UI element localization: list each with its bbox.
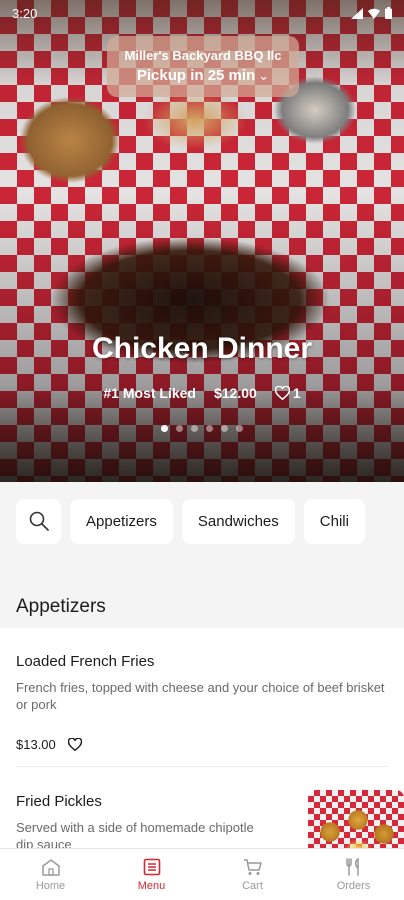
pickup-time-label: Pickup in 25 min bbox=[136, 67, 256, 84]
heart-icon bbox=[67, 738, 82, 751]
menu-book-icon bbox=[143, 858, 160, 875]
carousel-dot[interactable] bbox=[206, 425, 213, 432]
carousel-dot[interactable] bbox=[191, 425, 198, 432]
carousel-dot[interactable] bbox=[161, 425, 168, 432]
status-bar: 3:20 bbox=[0, 0, 404, 26]
nav-orders[interactable]: Orders bbox=[319, 857, 389, 892]
menu-item-description: French fries, topped with cheese and you… bbox=[16, 680, 385, 712]
featured-item-title: Chicken Dinner bbox=[91, 332, 313, 365]
category-chip-sandwiches[interactable]: Sandwiches bbox=[181, 498, 295, 544]
favorite-button[interactable] bbox=[67, 738, 82, 751]
heart-icon bbox=[274, 386, 290, 400]
menu-item-loaded-french-fries[interactable]: Loaded French Fries French fries, topped… bbox=[16, 628, 388, 767]
nav-label: Cart bbox=[242, 879, 263, 892]
wifi-icon bbox=[368, 8, 380, 19]
utensils-icon bbox=[345, 857, 359, 876]
featured-like-button[interactable]: 1 bbox=[274, 385, 301, 401]
search-icon bbox=[29, 511, 49, 531]
chevron-down-circle-icon: ⌄ bbox=[258, 68, 270, 83]
search-button[interactable] bbox=[16, 498, 61, 544]
menu-item-price: $13.00 bbox=[16, 737, 56, 752]
carousel-dot[interactable] bbox=[176, 425, 183, 432]
nav-label: Menu bbox=[137, 879, 166, 892]
cart-icon bbox=[243, 858, 262, 875]
menu-item-description: Served with a side of homemade chipotle … bbox=[16, 820, 254, 848]
nav-label: Orders bbox=[336, 879, 371, 892]
signal-icon bbox=[351, 7, 363, 19]
menu-item-footer: $13.00 bbox=[16, 737, 388, 752]
featured-price: $12.00 bbox=[213, 385, 257, 401]
pickup-info-button[interactable]: Miller's Backyard BBQ llc Pickup in 25 m… bbox=[107, 36, 299, 97]
category-bar: Appetizers Sandwiches Chili bbox=[0, 482, 404, 560]
home-icon bbox=[41, 858, 60, 876]
nav-menu[interactable]: Menu bbox=[117, 858, 187, 892]
carousel-dots[interactable] bbox=[0, 425, 404, 432]
nav-home[interactable]: Home bbox=[16, 858, 86, 892]
category-chip-chili[interactable]: Chili bbox=[303, 498, 365, 544]
featured-like-count: 1 bbox=[292, 385, 301, 401]
battery-icon bbox=[385, 7, 392, 19]
pickup-time: Pickup in 25 min ⌄ bbox=[107, 67, 299, 84]
carousel-dot[interactable] bbox=[236, 425, 243, 432]
status-icons bbox=[351, 7, 392, 19]
menu-item-image bbox=[308, 790, 404, 848]
featured-badge: #1 Most Liked bbox=[103, 385, 196, 401]
nav-label: Home bbox=[35, 879, 66, 892]
menu-item-name: Loaded French Fries bbox=[16, 653, 155, 670]
bottom-navigation: Home Menu Cart Orders bbox=[0, 848, 404, 900]
section-title: Appetizers bbox=[16, 596, 106, 617]
store-name: Miller's Backyard BBQ llc bbox=[124, 48, 282, 63]
carousel-dot[interactable] bbox=[221, 425, 228, 432]
featured-item-meta: #1 Most Liked $12.00 1 bbox=[0, 385, 404, 401]
category-chip-appetizers[interactable]: Appetizers bbox=[70, 498, 173, 544]
hero-banner[interactable]: 3:20 Miller's Backyard BBQ llc Pickup in… bbox=[0, 0, 404, 482]
status-time: 3:20 bbox=[12, 5, 38, 21]
nav-cart[interactable]: Cart bbox=[218, 858, 288, 892]
menu-item-list: Loaded French Fries French fries, topped… bbox=[0, 628, 404, 848]
